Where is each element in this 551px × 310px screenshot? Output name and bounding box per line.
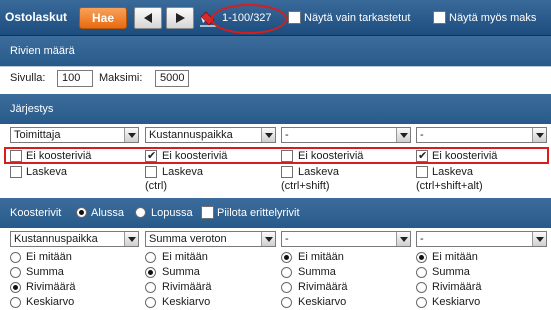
agg-label: Rivimäärä [26,281,76,293]
agg-radio-4-count[interactable] [416,282,427,293]
no-summary-label-1: Ei koosteriviä [26,150,92,162]
agg-radio-2-sum[interactable] [145,267,156,278]
range-highlight [211,4,287,34]
rows-section-header: Rivien määrä [0,36,551,66]
summary-end-radio[interactable] [135,207,146,218]
agg-label: Summa [26,266,64,278]
only-checked-checkbox[interactable] [288,11,301,24]
shortcut-hint-2: (ctrl) [145,180,167,192]
arrow-left-icon [144,13,152,23]
no-summary-checkbox-1[interactable] [10,150,22,162]
max-rows-input[interactable]: 5000 [155,70,189,87]
agg-label: Summa [432,266,470,278]
agg-label: Keskiarvo [298,296,347,308]
agg-radio-2-avg[interactable] [145,297,156,308]
descending-label-2: Laskeva [162,166,203,178]
show-also-checkbox[interactable] [433,11,446,24]
order-field-3-select[interactable]: - [281,127,411,143]
order-section-header: Järjestys [0,94,551,124]
descending-label-1: Laskeva [26,166,67,178]
arrow-right-icon [176,13,185,23]
agg-label: Rivimäärä [432,281,482,293]
agg-label: Keskiarvo [26,296,75,308]
summary-end-label: Lopussa [151,207,193,219]
shortcut-hint-4: (ctrl+shift+alt) [416,180,483,192]
agg-radio-1-sum[interactable] [10,267,21,278]
agg-radio-3-avg[interactable] [281,297,292,308]
agg-radio-1-avg[interactable] [10,297,21,308]
summary-heading: Koosterivit [10,207,62,219]
order-field-1-select[interactable]: Toimittaja [10,127,139,143]
agg-radio-1-count[interactable] [10,282,21,293]
summary-field-2-select[interactable]: Summa veroton [145,231,276,247]
agg-radio-1-none[interactable] [10,252,21,263]
no-summary-label-3: Ei koosteriviä [298,150,364,162]
agg-radio-3-none[interactable] [281,252,292,263]
shortcut-hint-3: (ctrl+shift) [281,180,330,192]
descending-checkbox-1[interactable] [10,166,22,178]
only-checked-label: Näytä vain tarkastetut [304,12,411,24]
summary-field-1-select[interactable]: Kustannuspaikka [10,231,139,247]
agg-label: Summa [298,266,336,278]
order-field-2-select[interactable]: Kustannuspaikka [145,127,276,143]
summary-field-4-select[interactable]: - [416,231,547,247]
next-page-button[interactable] [166,7,194,29]
agg-label: Ei mitään [162,251,208,263]
previous-page-button[interactable] [134,7,162,29]
no-summary-checkbox-3[interactable] [281,150,293,162]
no-summary-label-2: Ei koosteriviä [162,150,228,162]
agg-label: Keskiarvo [162,296,211,308]
show-also-label: Näytä myös maks [449,12,537,24]
agg-label: Summa [162,266,200,278]
descending-label-4: Laskeva [432,166,473,178]
agg-label: Rivimäärä [162,281,212,293]
no-summary-checkbox-4[interactable]: ✔ [416,149,428,162]
hide-detail-label: Piilota erittelyrivit [217,207,300,219]
page-size-input[interactable]: 100 [57,70,93,87]
summary-field-3-select[interactable]: - [281,231,411,247]
search-button[interactable]: Hae [79,7,127,29]
agg-radio-3-count[interactable] [281,282,292,293]
no-summary-checkbox-2[interactable]: ✔ [145,149,157,162]
agg-radio-2-count[interactable] [145,282,156,293]
hide-detail-checkbox[interactable] [201,206,214,219]
rows-heading: Rivien määrä [10,45,75,57]
agg-label: Ei mitään [432,251,478,263]
divider [0,66,551,67]
agg-radio-2-none[interactable] [145,252,156,263]
summary-start-radio[interactable] [76,207,87,218]
max-label: Maksimi: [99,72,143,84]
summary-start-label: Alussa [91,207,125,219]
agg-radio-4-avg[interactable] [416,297,427,308]
agg-radio-4-none[interactable] [416,252,427,263]
order-heading: Järjestys [10,103,54,115]
agg-label: Ei mitään [298,251,344,263]
agg-label: Rivimäärä [298,281,348,293]
descending-checkbox-2[interactable] [145,166,157,178]
agg-radio-4-sum[interactable] [416,267,427,278]
agg-label: Ei mitään [26,251,72,263]
descending-label-3: Laskeva [298,166,339,178]
agg-label: Keskiarvo [432,296,481,308]
page-title: Ostolaskut [5,10,68,24]
descending-checkbox-3[interactable] [281,166,293,178]
order-field-4-select[interactable]: - [416,127,547,143]
no-summary-label-4: Ei koosteriviä [432,150,498,162]
descending-checkbox-4[interactable] [416,166,428,178]
page-size-label: Sivulla: [10,72,46,84]
agg-radio-3-sum[interactable] [281,267,292,278]
